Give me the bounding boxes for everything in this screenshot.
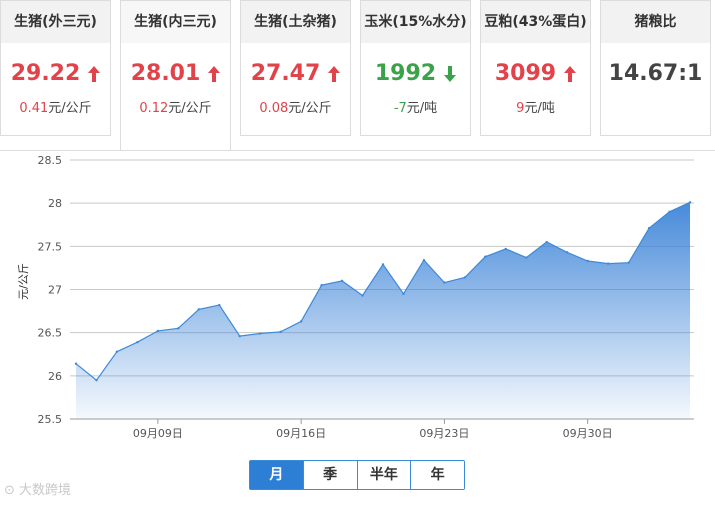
period-tab[interactable]: 半年 <box>356 461 411 489</box>
data-point[interactable] <box>115 350 119 353</box>
data-point[interactable] <box>422 258 426 262</box>
y-tick-label: 28.5 <box>38 154 63 167</box>
period-tabs: 月季半年年 <box>249 460 465 490</box>
card-price: 14.67:1 <box>601 61 710 86</box>
y-tick-label: 28 <box>48 197 62 210</box>
x-tick-label: 09月09日 <box>133 427 183 440</box>
card-price: 29.22 <box>1 61 110 86</box>
card-change: 9元/吨 <box>516 101 555 116</box>
y-tick-label: 26.5 <box>38 327 63 340</box>
price-card[interactable]: 生猪(内三元) 28.01 0.12元/公斤 <box>120 0 231 150</box>
card-title: 豆粕(43%蛋白) <box>481 1 590 43</box>
data-point[interactable] <box>238 334 241 338</box>
data-point[interactable] <box>525 256 528 259</box>
data-point[interactable] <box>299 320 303 323</box>
card-price: 1992 <box>361 61 470 86</box>
card-title: 生猪(内三元) <box>121 1 230 43</box>
x-tick-label: 09月23日 <box>419 427 469 440</box>
card-change: 0.41元/公斤 <box>19 101 92 116</box>
data-point[interactable] <box>545 240 548 244</box>
data-point[interactable] <box>259 332 262 335</box>
watermark-logo-icon: ⊙ <box>4 483 20 498</box>
data-point[interactable] <box>74 362 78 365</box>
data-point[interactable] <box>340 279 344 283</box>
card-price-value: 3099 <box>494 61 557 86</box>
card-price-value: 1992 <box>374 61 437 86</box>
card-change: 0.12元/公斤 <box>139 101 212 116</box>
price-card[interactable]: 生猪(外三元) 29.22 0.41元/公斤 <box>0 0 111 136</box>
card-title: 生猪(外三元) <box>1 1 110 43</box>
arrow-down-icon <box>444 66 457 82</box>
price-chart: 25.5 26 26.5 27 27.5 28 28.5 元/公斤 09月09日 09月16日 09… <box>0 150 715 502</box>
y-axis-label: 元/公斤 <box>17 263 30 300</box>
data-point[interactable] <box>156 329 160 333</box>
card-price-value: 29.22 <box>10 61 81 86</box>
card-price-value: 14.67:1 <box>608 61 703 86</box>
arrow-up-icon <box>564 66 577 82</box>
card-price: 3099 <box>481 61 590 86</box>
arrow-up-icon <box>208 66 221 82</box>
card-price-value: 27.47 <box>250 61 321 86</box>
series-area <box>76 202 690 419</box>
period-tab[interactable]: 年 <box>410 461 464 489</box>
area-chart: 25.5 26 26.5 27 27.5 28 28.5 元/公斤 09月09日 09月16日 09… <box>17 154 694 440</box>
y-tick-label: 27.5 <box>38 240 63 253</box>
data-point[interactable] <box>95 378 98 382</box>
data-point[interactable] <box>566 251 569 254</box>
x-tick-label: 09月30日 <box>563 427 613 440</box>
data-point[interactable] <box>688 201 692 204</box>
card-price-value: 28.01 <box>130 61 201 86</box>
card-price: 27.47 <box>241 61 350 86</box>
data-point[interactable] <box>504 247 507 251</box>
price-cards: 生猪(外三元) 29.22 0.41元/公斤 生猪(内三元) 28.01 0.12元/公斤… <box>0 0 715 150</box>
arrow-up-icon <box>328 66 341 82</box>
data-point[interactable] <box>381 263 385 266</box>
card-change: -7元/吨 <box>393 101 438 116</box>
x-tick-label: 09月16日 <box>276 427 326 440</box>
data-point[interactable] <box>136 340 139 344</box>
card-price: 28.01 <box>121 61 230 86</box>
price-card[interactable]: 玉米(15%水分) 1992 -7元/吨 <box>360 0 471 136</box>
data-point[interactable] <box>443 281 446 284</box>
watermark: ⊙ 大数跨境 <box>4 479 71 498</box>
data-point[interactable] <box>279 330 282 334</box>
card-change: 0.08元/公斤 <box>259 101 332 116</box>
period-tab[interactable]: 月 <box>250 461 303 489</box>
data-point[interactable] <box>668 210 671 213</box>
y-tick-label: 26 <box>48 370 62 383</box>
data-point[interactable] <box>320 283 323 287</box>
data-point[interactable] <box>647 227 651 230</box>
card-title: 生猪(土杂猪) <box>241 1 350 43</box>
data-point[interactable] <box>402 292 405 296</box>
price-card[interactable]: 豆粕(43%蛋白) 3099 9元/吨 <box>480 0 591 136</box>
data-point[interactable] <box>197 308 200 311</box>
watermark-text: 大数跨境 <box>19 483 72 498</box>
data-point[interactable] <box>606 262 610 265</box>
card-title: 猪粮比 <box>601 1 710 43</box>
price-card[interactable]: 生猪(土杂猪) 27.47 0.08元/公斤 <box>240 0 351 136</box>
card-title: 玉米(15%水分) <box>361 1 470 43</box>
data-point[interactable] <box>484 255 487 258</box>
data-point[interactable] <box>177 327 180 330</box>
y-tick-label: 27 <box>48 284 62 297</box>
data-point[interactable] <box>463 276 467 279</box>
period-tab[interactable]: 季 <box>302 461 357 489</box>
data-point[interactable] <box>586 259 589 263</box>
data-point[interactable] <box>627 261 630 264</box>
arrow-up-icon <box>88 66 101 82</box>
price-card[interactable]: 猪粮比 14.67:1 <box>600 0 711 136</box>
data-point[interactable] <box>361 294 364 297</box>
y-tick-label: 25.5 <box>38 413 63 426</box>
data-point[interactable] <box>218 303 221 307</box>
